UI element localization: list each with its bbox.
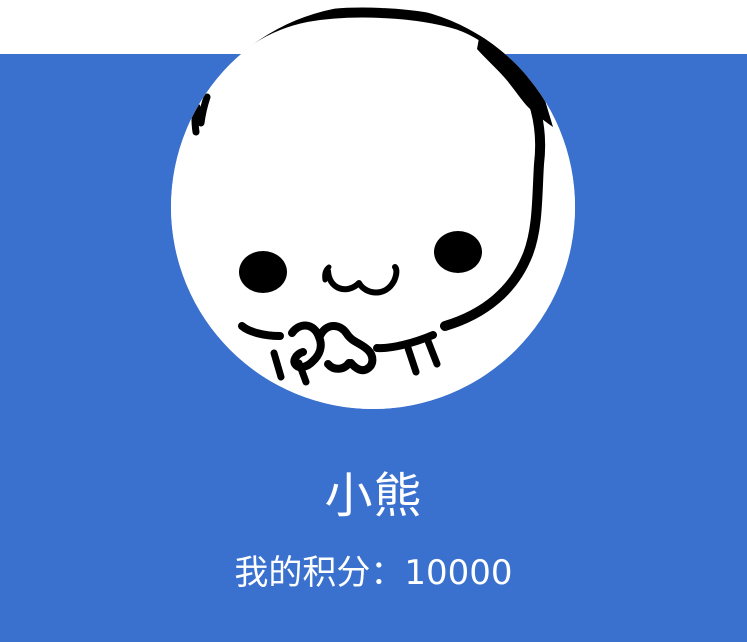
points-label: 我的积分：	[234, 553, 405, 593]
profile-page: 小熊 我的积分：10000	[0, 0, 747, 642]
points-summary: 我的积分：10000	[0, 553, 747, 593]
panda-avatar-icon	[171, 5, 575, 409]
points-value: 10000	[404, 553, 513, 593]
avatar[interactable]	[171, 5, 575, 409]
username: 小熊	[324, 468, 423, 524]
